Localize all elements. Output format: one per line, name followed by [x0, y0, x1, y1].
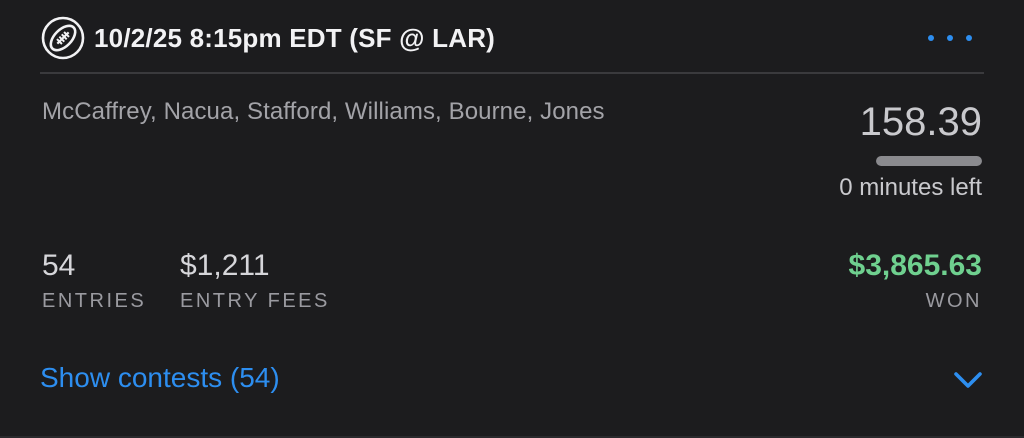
more-options-button[interactable]	[928, 26, 972, 50]
chevron-down-icon[interactable]	[952, 366, 984, 392]
entries-stat: 54 ENTRIES	[42, 248, 146, 313]
fantasy-points: 158.39	[859, 100, 982, 144]
time-left: 0 minutes left	[839, 174, 982, 201]
entries-label: ENTRIES	[42, 290, 147, 312]
card-header: 10/2/25 8:15pm EDT (SF @ LAR)	[40, 16, 984, 60]
entry-fees-label: ENTRY FEES	[180, 290, 330, 312]
entry-fees-stat: $1,211 ENTRY FEES	[180, 248, 330, 313]
lineup-players: McCaffrey, Nacua, Stafford, Williams, Bo…	[42, 98, 605, 125]
game-title: 10/2/25 8:15pm EDT (SF @ LAR)	[94, 22, 496, 53]
game-progress-bar	[876, 156, 982, 166]
won-label: WON	[925, 290, 982, 312]
entry-fees-value: $1,211	[180, 249, 270, 282]
more-dots-icon	[928, 35, 934, 41]
game-progress-fill	[876, 156, 982, 166]
won-value: $3,865.63	[848, 249, 982, 282]
contest-card: 10/2/25 8:15pm EDT (SF @ LAR) McCaffrey,…	[0, 0, 1024, 438]
entries-value: 54	[42, 249, 76, 282]
show-contests-link[interactable]: Show contests (54)	[40, 362, 280, 394]
header-divider	[40, 72, 984, 74]
won-stat: $3,865.63 WON	[849, 248, 982, 313]
football-icon	[40, 15, 86, 61]
